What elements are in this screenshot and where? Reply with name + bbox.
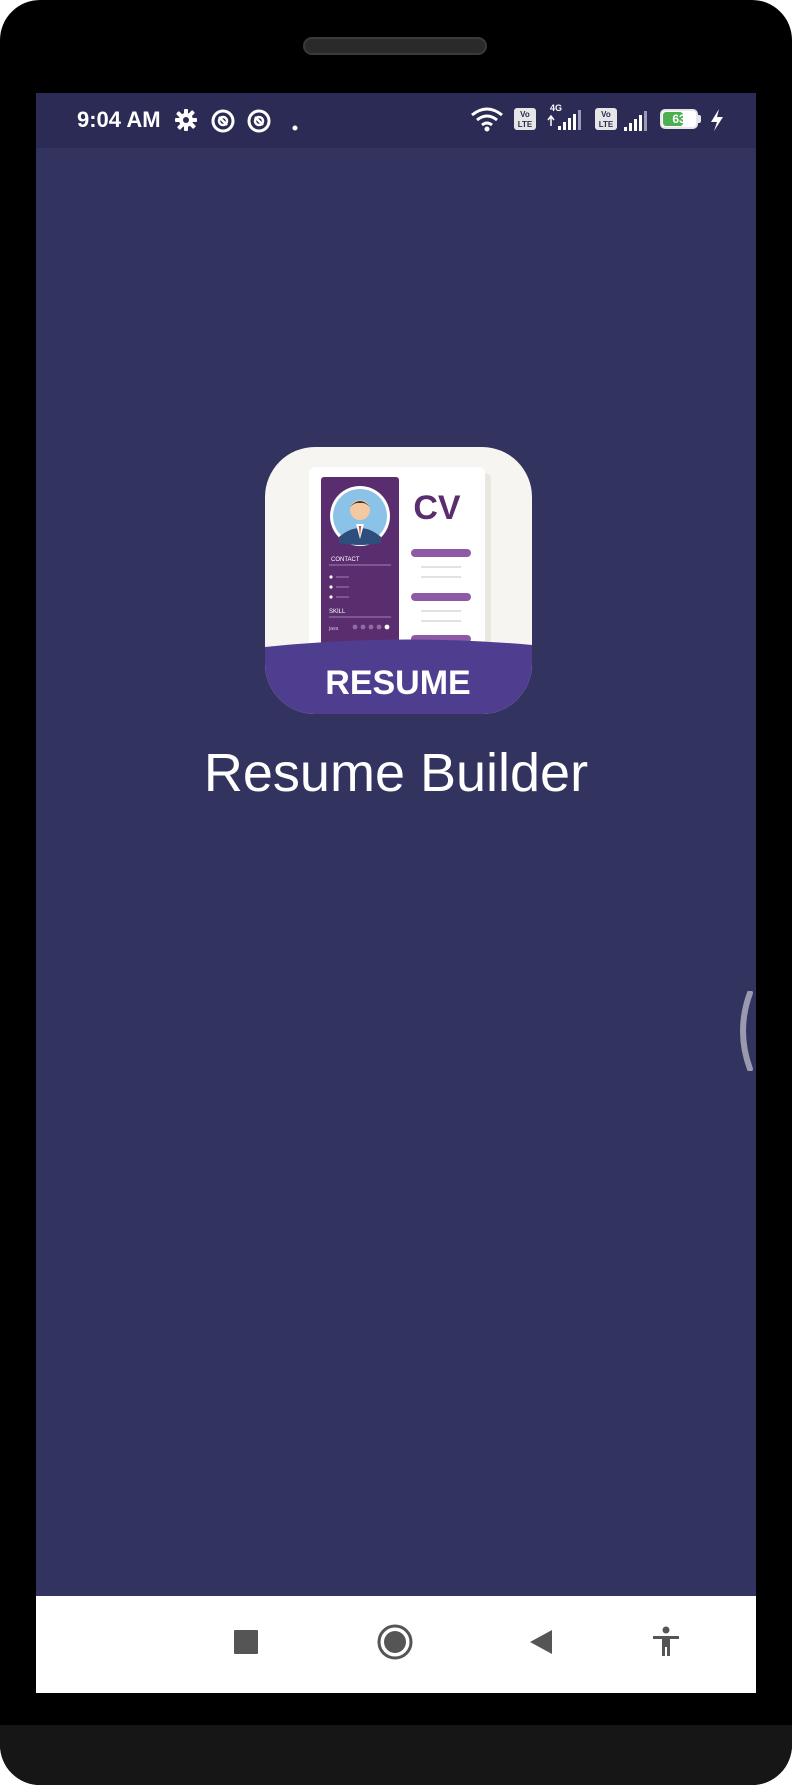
recents-icon	[233, 1629, 259, 1660]
app-logo: CONTACT SKILL java c#	[265, 447, 532, 714]
battery-icon: 63	[660, 109, 698, 129]
screen: 9:04 AM Vo LTE 4G Vo LTE 63 CONTACT SKIL…	[36, 93, 756, 1693]
earpiece-speaker	[303, 37, 487, 55]
logo-skill-1: java	[328, 626, 338, 632]
svg-text:Vo: Vo	[520, 110, 530, 119]
phone-frame: 9:04 AM Vo LTE 4G Vo LTE 63 CONTACT SKIL…	[0, 0, 792, 1785]
navigation-bar	[36, 1596, 756, 1693]
battery-tip	[698, 115, 701, 123]
svg-text:Vo: Vo	[601, 110, 611, 119]
logo-contact-label: CONTACT	[331, 557, 360, 563]
app-name-title: Resume Builder	[203, 743, 589, 803]
volte-icon: Vo LTE	[513, 107, 537, 136]
sync-off-icon	[246, 108, 272, 139]
signal-4g-icon: 4G	[546, 102, 584, 139]
dot-icon	[292, 118, 298, 136]
svg-text:4G: 4G	[550, 103, 562, 113]
status-bar: 9:04 AM Vo LTE 4G Vo LTE 63	[36, 93, 756, 148]
logo-cv-label: CV	[413, 489, 461, 527]
settings-icon	[174, 108, 198, 137]
recents-button[interactable]	[218, 1616, 274, 1672]
edge-panel-handle[interactable]	[734, 990, 754, 1076]
phone-chin	[0, 1725, 792, 1785]
signal-icon	[622, 109, 652, 138]
home-button[interactable]	[367, 1616, 423, 1672]
svg-text:LTE: LTE	[518, 120, 533, 129]
logo-skill-label: SKILL	[329, 609, 346, 615]
back-button[interactable]	[513, 1616, 569, 1672]
charging-icon	[709, 108, 725, 137]
status-time: 9:04 AM	[77, 107, 161, 132]
home-icon	[376, 1623, 414, 1666]
back-icon	[528, 1628, 554, 1661]
accessibility-button[interactable]	[638, 1616, 694, 1672]
svg-text:LTE: LTE	[599, 120, 614, 129]
battery-percent: 63	[672, 112, 686, 126]
accessibility-icon	[651, 1626, 681, 1663]
volte-icon: Vo LTE	[594, 107, 618, 136]
logo-banner-label: RESUME	[325, 664, 470, 702]
sync-icon	[210, 108, 236, 139]
wifi-icon	[470, 107, 504, 138]
